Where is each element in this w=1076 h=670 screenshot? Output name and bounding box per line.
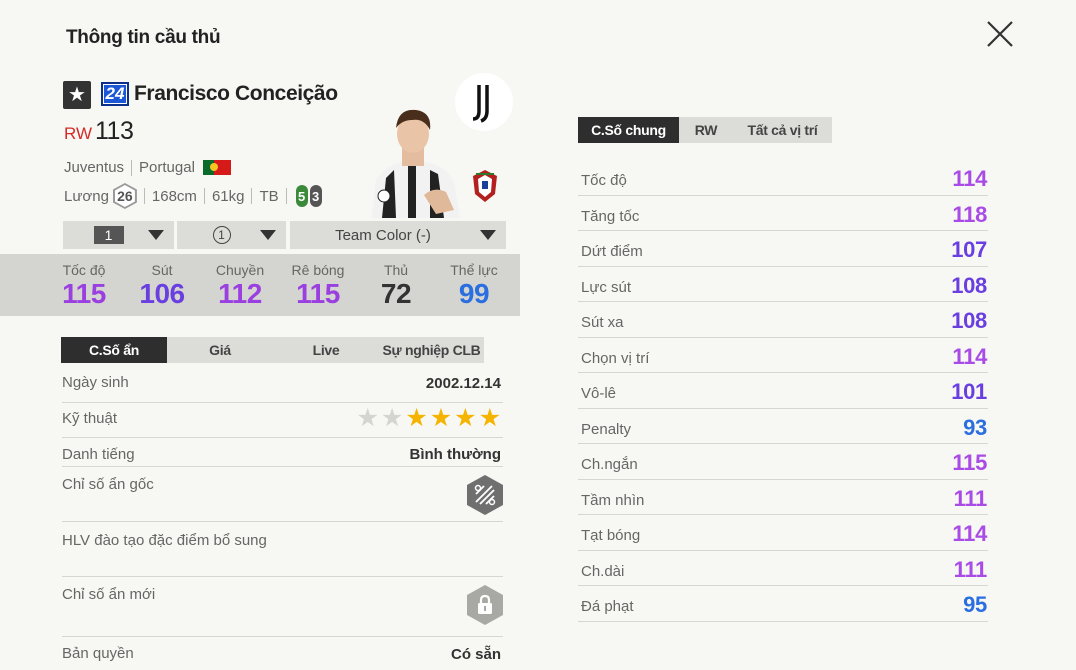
- star-icon: ★: [380, 404, 404, 432]
- attr-row: Sút xa 108: [578, 302, 988, 338]
- attr-row: Tầm nhìn 111: [578, 480, 988, 515]
- star-icon[interactable]: ★: [63, 81, 91, 109]
- player-name: Francisco Conceição: [134, 82, 338, 105]
- tab-rw[interactable]: RW: [679, 117, 733, 143]
- lock-icon[interactable]: [467, 585, 503, 625]
- height: 168cm: [151, 187, 197, 205]
- attr-row: Ch.ngắn 115: [578, 444, 988, 480]
- tab-price[interactable]: Giá: [167, 337, 273, 363]
- attr-row: Dứt điểm 107: [578, 231, 988, 267]
- star-icon: ★: [478, 404, 501, 432]
- player-position: RW: [64, 124, 93, 143]
- chevron-down-icon: [480, 230, 496, 240]
- attr-row: Chọn vị trí 114: [578, 338, 988, 373]
- weak-foot-left: 5: [295, 185, 308, 207]
- club-name: Juventus: [64, 159, 125, 176]
- main-stat: Thể lực 99: [450, 262, 498, 309]
- attr-row: Ch.dài 111: [578, 551, 988, 586]
- juventus-logo-icon: [455, 73, 513, 131]
- tab-all-positions[interactable]: Tất cả vị trí: [733, 117, 832, 143]
- new-traits-row: Chỉ số ẩn mới: [62, 577, 503, 637]
- salary-label: Lương: [64, 187, 109, 205]
- skill-row: Kỹ thuật ★ ★ ★ ★ ★ ★: [62, 403, 503, 438]
- tab-club-career[interactable]: Sự nghiệp CLB: [379, 337, 484, 363]
- player-photo: [364, 100, 464, 218]
- main-stat: Chuyền 112: [215, 262, 265, 309]
- attr-row: Lực sút 108: [578, 267, 988, 302]
- weak-foot-right: 3: [309, 185, 322, 207]
- position-count-select[interactable]: 1: [177, 221, 286, 249]
- attr-row: Tăng tốc 118: [578, 196, 988, 231]
- star-icon: ★: [356, 404, 379, 432]
- portugal-flag-icon: [202, 160, 231, 175]
- attr-row: Tạt bóng 114: [578, 515, 988, 551]
- main-stats-band: Tốc độ 115 Sút 106 Chuyền 112 Rê bóng 115 Th…: [0, 254, 520, 316]
- coach-traits-row: HLV đào tạo đặc điểm bổ sung: [62, 522, 503, 577]
- close-icon[interactable]: [984, 18, 1016, 50]
- license-row: Bản quyền Có sẵn: [62, 645, 501, 663]
- salary-badge: 26: [112, 183, 137, 209]
- base-traits-row: Chỉ số ẩn gốc: [62, 467, 503, 522]
- main-stat: Thủ 72: [380, 262, 412, 309]
- season-badge: 24: [101, 82, 129, 106]
- chevron-down-icon: [260, 230, 276, 240]
- body-info-line: Lương 26 168cm 61kg TB 5 3: [64, 183, 322, 209]
- main-stat: Sút 106: [139, 262, 185, 309]
- star-icon: ★: [454, 404, 477, 432]
- attr-row: Đá phạt 95: [578, 586, 988, 622]
- main-stat: Rê bóng 115: [291, 262, 345, 309]
- chevron-down-icon: [148, 230, 164, 240]
- attr-row: Vô-lê 101: [578, 373, 988, 409]
- trait-icon[interactable]: [467, 475, 503, 515]
- club-nation-line: Juventus Portugal: [64, 159, 231, 176]
- skill-stars: ★ ★ ★ ★ ★ ★: [356, 404, 501, 432]
- team-color-select[interactable]: Team Color (-): [290, 221, 506, 249]
- fame-row: Danh tiếng Bình thường: [62, 438, 503, 467]
- weight: 61kg: [211, 187, 245, 205]
- attr-row: Tốc độ 114: [578, 160, 988, 196]
- attribute-tabs: C.Số chung RW Tất cả vị trí: [578, 117, 832, 143]
- attr-row: Penalty 93: [578, 409, 988, 444]
- body-type: TB: [259, 187, 279, 205]
- portugal-crest-icon: [470, 168, 500, 204]
- tab-hidden-stats[interactable]: C.Số ẩn: [61, 337, 167, 363]
- star-icon: ★: [429, 404, 453, 432]
- hidden-info-tabs: C.Số ẩn Giá Live Sự nghiệp CLB: [61, 337, 484, 363]
- main-stat: Tốc độ 115: [62, 262, 106, 309]
- page-title: Thông tin cầu thủ: [66, 27, 221, 48]
- nation-name: Portugal: [139, 159, 195, 176]
- star-icon: ★: [405, 404, 428, 432]
- birth-row: Ngày sinh 2002.12.14: [62, 366, 503, 403]
- tab-general-stats[interactable]: C.Số chung: [578, 117, 679, 143]
- player-ovr: 113: [95, 117, 134, 145]
- level-select[interactable]: 1: [63, 221, 174, 249]
- tab-live[interactable]: Live: [273, 337, 379, 363]
